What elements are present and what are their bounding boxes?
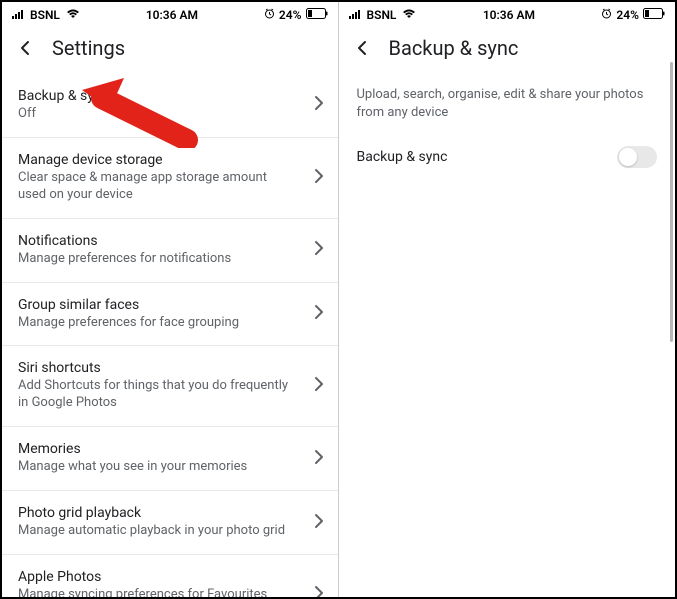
chevron-right-icon [314,449,324,469]
toggle-label: Backup & sync [357,149,448,165]
chevron-right-icon [314,95,324,115]
chevron-right-icon [314,585,324,597]
status-bar: BSNL 10:36 AM 24% [2,2,338,26]
chevron-right-icon [314,513,324,533]
time-label: 10:36 AM [146,8,198,22]
item-subtitle: Clear space & manage app storage amount … [18,170,322,204]
chevron-right-icon [314,376,324,396]
item-title: Photo grid playback [18,505,322,521]
wifi-icon [402,8,416,22]
back-button[interactable] [18,38,38,58]
time-label: 10:36 AM [483,8,535,22]
settings-item-manage-storage[interactable]: Manage device storage Clear space & mana… [2,138,338,219]
item-subtitle: Manage preferences for notifications [18,251,322,268]
item-title: Siri shortcuts [18,360,322,376]
item-title: Backup & sync [18,88,322,104]
backup-sync-toggle[interactable] [617,146,657,168]
settings-item-backup-sync[interactable]: Backup & sync Off [2,74,338,138]
header: Backup & sync [339,26,676,74]
chevron-right-icon [314,168,324,188]
item-subtitle: Manage syncing preferences for Favourite… [18,587,322,597]
item-title: Memories [18,441,322,457]
toggle-knob [619,148,637,166]
item-subtitle: Manage automatic playback in your photo … [18,523,322,540]
settings-item-group-faces[interactable]: Group similar faces Manage preferences f… [2,283,338,347]
signal-icon [12,8,26,22]
item-title: Manage device storage [18,152,322,168]
header: Settings [2,26,338,74]
scroll-indicator [670,62,673,342]
item-subtitle: Add Shortcuts for things that you do fre… [18,378,322,412]
settings-item-apple-photos[interactable]: Apple Photos Manage syncing preferences … [2,555,338,597]
backup-sync-toggle-row: Backup & sync [339,136,676,178]
settings-item-siri-shortcuts[interactable]: Siri shortcuts Add Shortcuts for things … [2,346,338,427]
item-title: Notifications [18,233,322,249]
battery-icon [306,8,328,22]
item-title: Group similar faces [18,297,322,313]
signal-icon [349,8,363,22]
page-title: Backup & sync [389,36,519,60]
chevron-right-icon [314,240,324,260]
page-title: Settings [52,36,125,60]
settings-screen: BSNL 10:36 AM 24% Settings Backup & sync… [2,2,339,597]
settings-item-photo-grid-playback[interactable]: Photo grid playback Manage automatic pla… [2,491,338,555]
settings-item-notifications[interactable]: Notifications Manage preferences for not… [2,219,338,283]
item-subtitle: Manage what you see in your memories [18,459,322,476]
alarm-icon [601,8,612,22]
battery-percent: 24% [279,8,302,22]
battery-icon [643,8,665,22]
feature-description: Upload, search, organise, edit & share y… [339,74,676,136]
status-bar: BSNL 10:36 AM 24% [339,2,676,26]
wifi-icon [66,8,80,22]
settings-item-memories[interactable]: Memories Manage what you see in your mem… [2,427,338,491]
item-title: Apple Photos [18,569,322,585]
carrier-label: BSNL [30,8,60,22]
chevron-right-icon [314,304,324,324]
item-subtitle: Manage preferences for face grouping [18,315,322,332]
item-subtitle: Off [18,106,322,123]
carrier-label: BSNL [367,8,397,22]
back-button[interactable] [355,38,375,58]
alarm-icon [264,8,275,22]
battery-percent: 24% [616,8,639,22]
backup-sync-screen: BSNL 10:36 AM 24% Backup & sync Upload, … [339,2,676,597]
